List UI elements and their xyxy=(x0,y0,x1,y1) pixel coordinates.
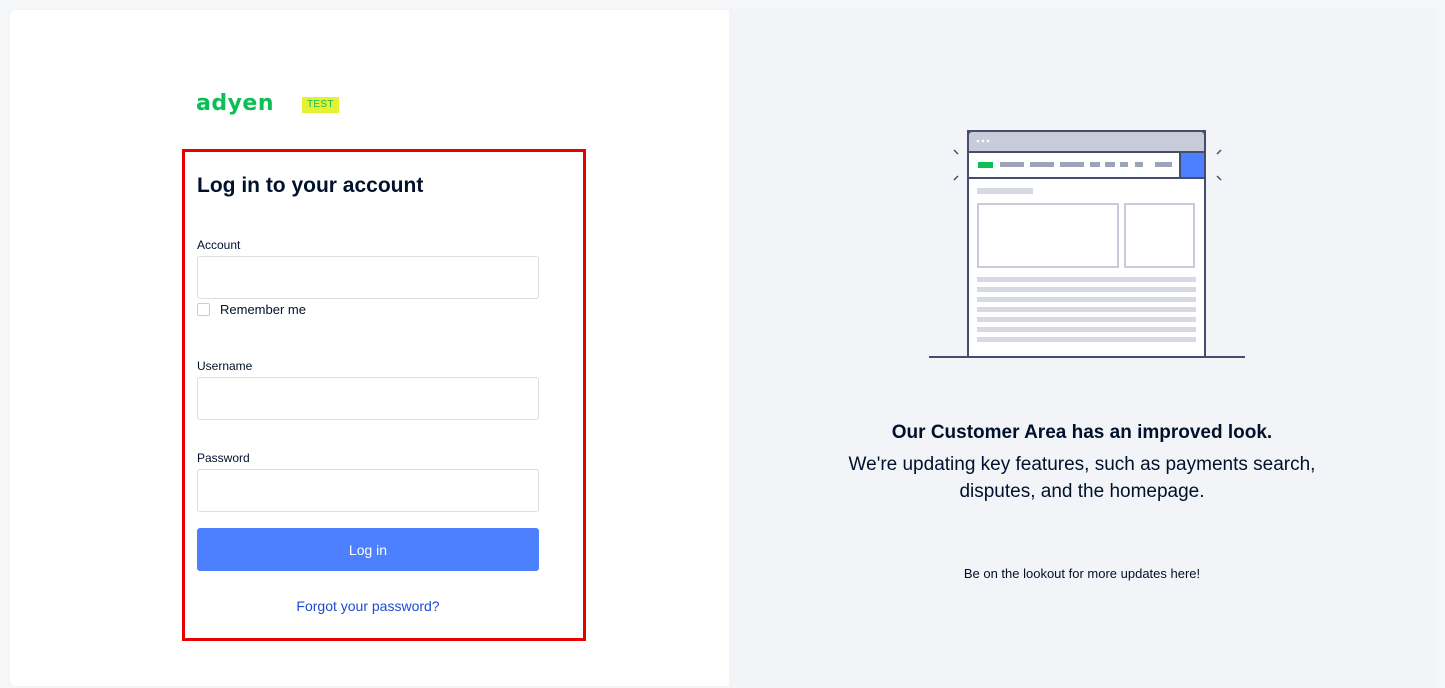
account-label: Account xyxy=(197,238,241,252)
login-button[interactable]: Log in xyxy=(197,528,539,571)
login-form: Log in to your account Account Remember … xyxy=(182,149,586,641)
login-card: adyen TEST Log in to your account Accoun… xyxy=(10,10,1435,686)
account-input[interactable] xyxy=(197,256,539,299)
forgot-password-link[interactable]: Forgot your password? xyxy=(197,598,539,614)
remember-me-checkbox[interactable] xyxy=(197,303,210,316)
password-input[interactable] xyxy=(197,469,539,512)
promo-body: We're updating key features, such as pay… xyxy=(848,454,1316,502)
adyen-logo: adyen TEST xyxy=(196,92,339,116)
remember-me[interactable]: Remember me xyxy=(197,302,306,317)
username-input[interactable] xyxy=(197,377,539,420)
adyen-logo-mark: adyen xyxy=(196,92,274,116)
promo-panel: Our Customer Area has an improved look. … xyxy=(729,10,1435,686)
password-label: Password xyxy=(197,451,250,465)
test-environment-badge: TEST xyxy=(302,97,339,113)
login-panel: adyen TEST Log in to your account Accoun… xyxy=(10,10,729,686)
browser-window-icon xyxy=(929,130,1245,358)
promo-headline: Our Customer Area has an improved look. xyxy=(891,422,1273,443)
username-label: Username xyxy=(197,359,253,373)
svg-text:adyen: adyen xyxy=(196,92,274,116)
form-title: Log in to your account xyxy=(197,174,424,197)
remember-me-label: Remember me xyxy=(220,302,306,317)
promo-footer: Be on the lookout for more updates here! xyxy=(963,566,1201,581)
